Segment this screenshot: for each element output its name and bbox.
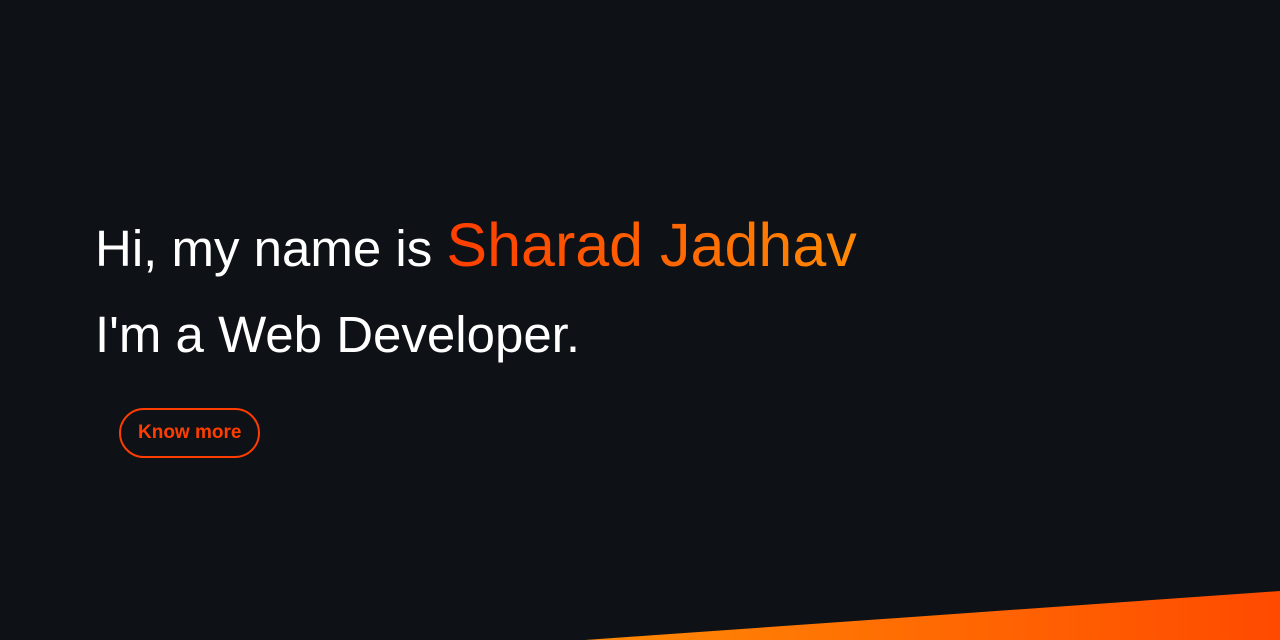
accent-slope bbox=[585, 591, 1280, 640]
know-more-button[interactable]: Know more bbox=[119, 408, 261, 458]
greeting-text: Hi, my name is bbox=[95, 220, 447, 277]
hero-section: Hi, my name is Sharad Jadhav I'm a Web D… bbox=[0, 0, 1280, 640]
tagline-text: I'm a Web Developer. bbox=[95, 306, 581, 363]
name-text: Sharad Jadhav bbox=[446, 211, 857, 279]
hero-headline: Hi, my name is Sharad Jadhav I'm a Web D… bbox=[95, 202, 857, 378]
